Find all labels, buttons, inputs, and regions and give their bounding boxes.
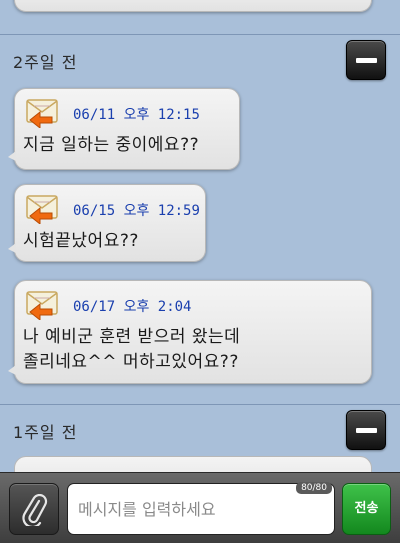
envelope-reply-icon	[26, 99, 58, 128]
paperclip-icon	[22, 494, 48, 526]
section-title: 1주일 전	[13, 423, 78, 442]
envelope-reply-icon	[26, 195, 58, 224]
message-timestamp: 06/17 오후 2:04	[73, 299, 192, 315]
char-count-badge: 80/80	[296, 482, 332, 494]
collapse-button[interactable]	[346, 40, 386, 80]
minus-icon	[356, 428, 377, 433]
previous-message-bubble	[14, 0, 372, 12]
message-timestamp: 06/15 오후 12:59	[73, 203, 200, 219]
section-title: 2주일 전	[13, 53, 78, 72]
message-text: 나 예비군 훈련 받으러 왔는데 졸리네요^^ 머하고있어요??	[23, 327, 241, 372]
message-timestamp: 06/11 오후 12:15	[73, 107, 200, 123]
minus-icon	[356, 58, 377, 63]
message-composer: 80/80 전송	[0, 472, 400, 543]
section-header-2-weeks: 2주일 전	[0, 34, 400, 82]
envelope-reply-icon	[26, 291, 58, 320]
message-bubble[interactable]: 06/17 오후 2:04 나 예비군 훈련 받으러 왔는데 졸리네요^^ 머하…	[8, 280, 372, 384]
message-input[interactable]	[78, 494, 328, 524]
collapse-button[interactable]	[346, 410, 386, 450]
message-bubble[interactable]: 06/15 오후 12:59 시험끝났어요??	[8, 184, 206, 262]
message-text: 지금 일하는 중이에요??	[23, 135, 200, 155]
section-header-1-week: 1주일 전	[0, 404, 400, 452]
message-bubble[interactable]: 06/11 오후 12:15 지금 일하는 중이에요??	[8, 88, 240, 170]
attach-button[interactable]	[9, 483, 59, 535]
message-text: 시험끝났어요??	[23, 231, 139, 251]
send-button[interactable]: 전송	[342, 483, 391, 535]
message-input-box[interactable]: 80/80	[67, 482, 335, 535]
